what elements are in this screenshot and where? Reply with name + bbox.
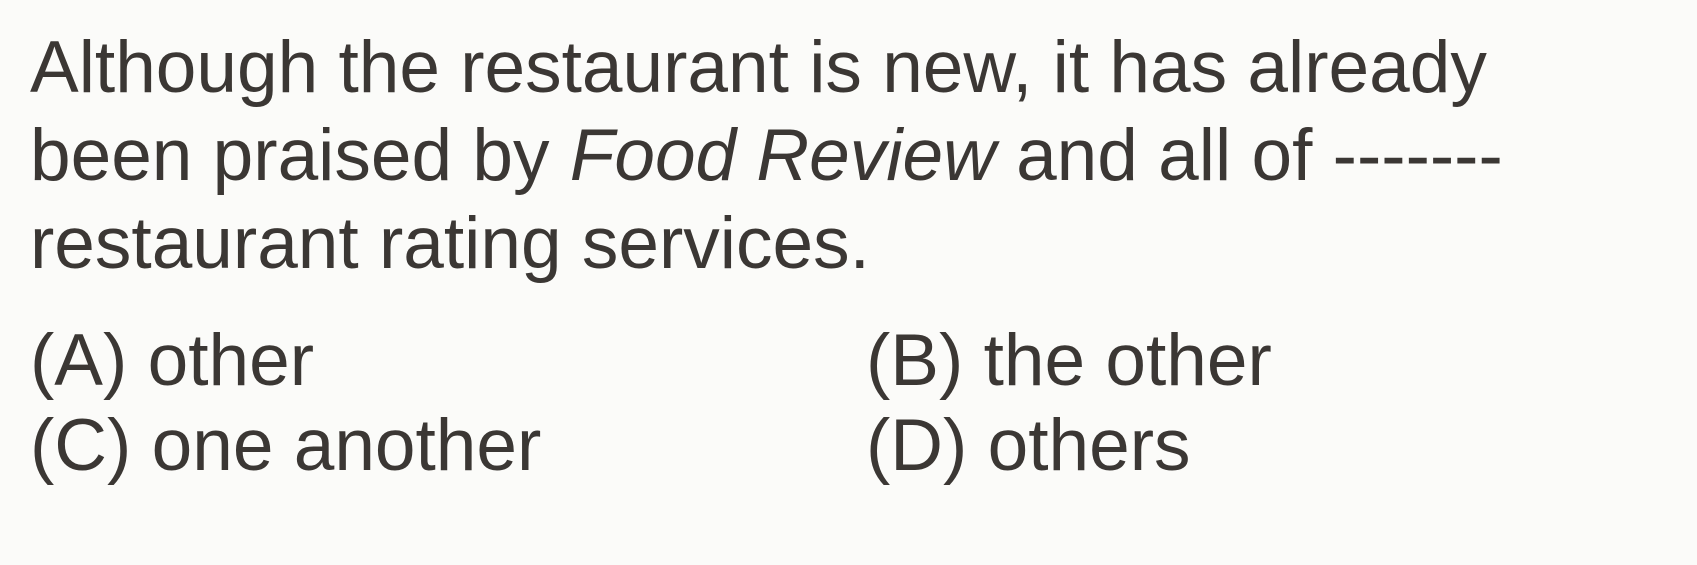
option-d-text: others bbox=[987, 405, 1191, 486]
question-line-2-start: been praised by bbox=[30, 115, 570, 196]
question-line-3: restaurant rating services. bbox=[30, 203, 870, 284]
option-a[interactable]: (A) other bbox=[30, 318, 314, 403]
option-c[interactable]: (C) one another bbox=[30, 403, 541, 488]
option-c-text: one another bbox=[151, 405, 542, 486]
question-line-2-end: and all of ------- bbox=[995, 115, 1503, 196]
answer-options: (A) other (B) the other (C) one another … bbox=[30, 318, 1670, 488]
publication-title: Food Review bbox=[569, 115, 996, 196]
option-b-letter: (B) bbox=[866, 320, 964, 401]
option-b-text: the other bbox=[983, 320, 1272, 401]
question-line-1: Although the restaurant is new, it has a… bbox=[30, 27, 1487, 108]
question-line-2: been praised by Food Review and all of -… bbox=[30, 112, 1680, 200]
option-d-letter: (D) bbox=[866, 405, 968, 486]
option-a-text: other bbox=[147, 320, 314, 401]
options-row-2: (C) one another (D) others bbox=[30, 403, 1670, 488]
question-text: Although the restaurant is new, it has a… bbox=[30, 24, 1680, 288]
option-b[interactable]: (B) the other bbox=[866, 318, 1272, 403]
option-d[interactable]: (D) others bbox=[866, 403, 1191, 488]
option-c-letter: (C) bbox=[30, 405, 132, 486]
option-a-letter: (A) bbox=[30, 320, 128, 401]
options-row-1: (A) other (B) the other bbox=[30, 318, 1670, 403]
